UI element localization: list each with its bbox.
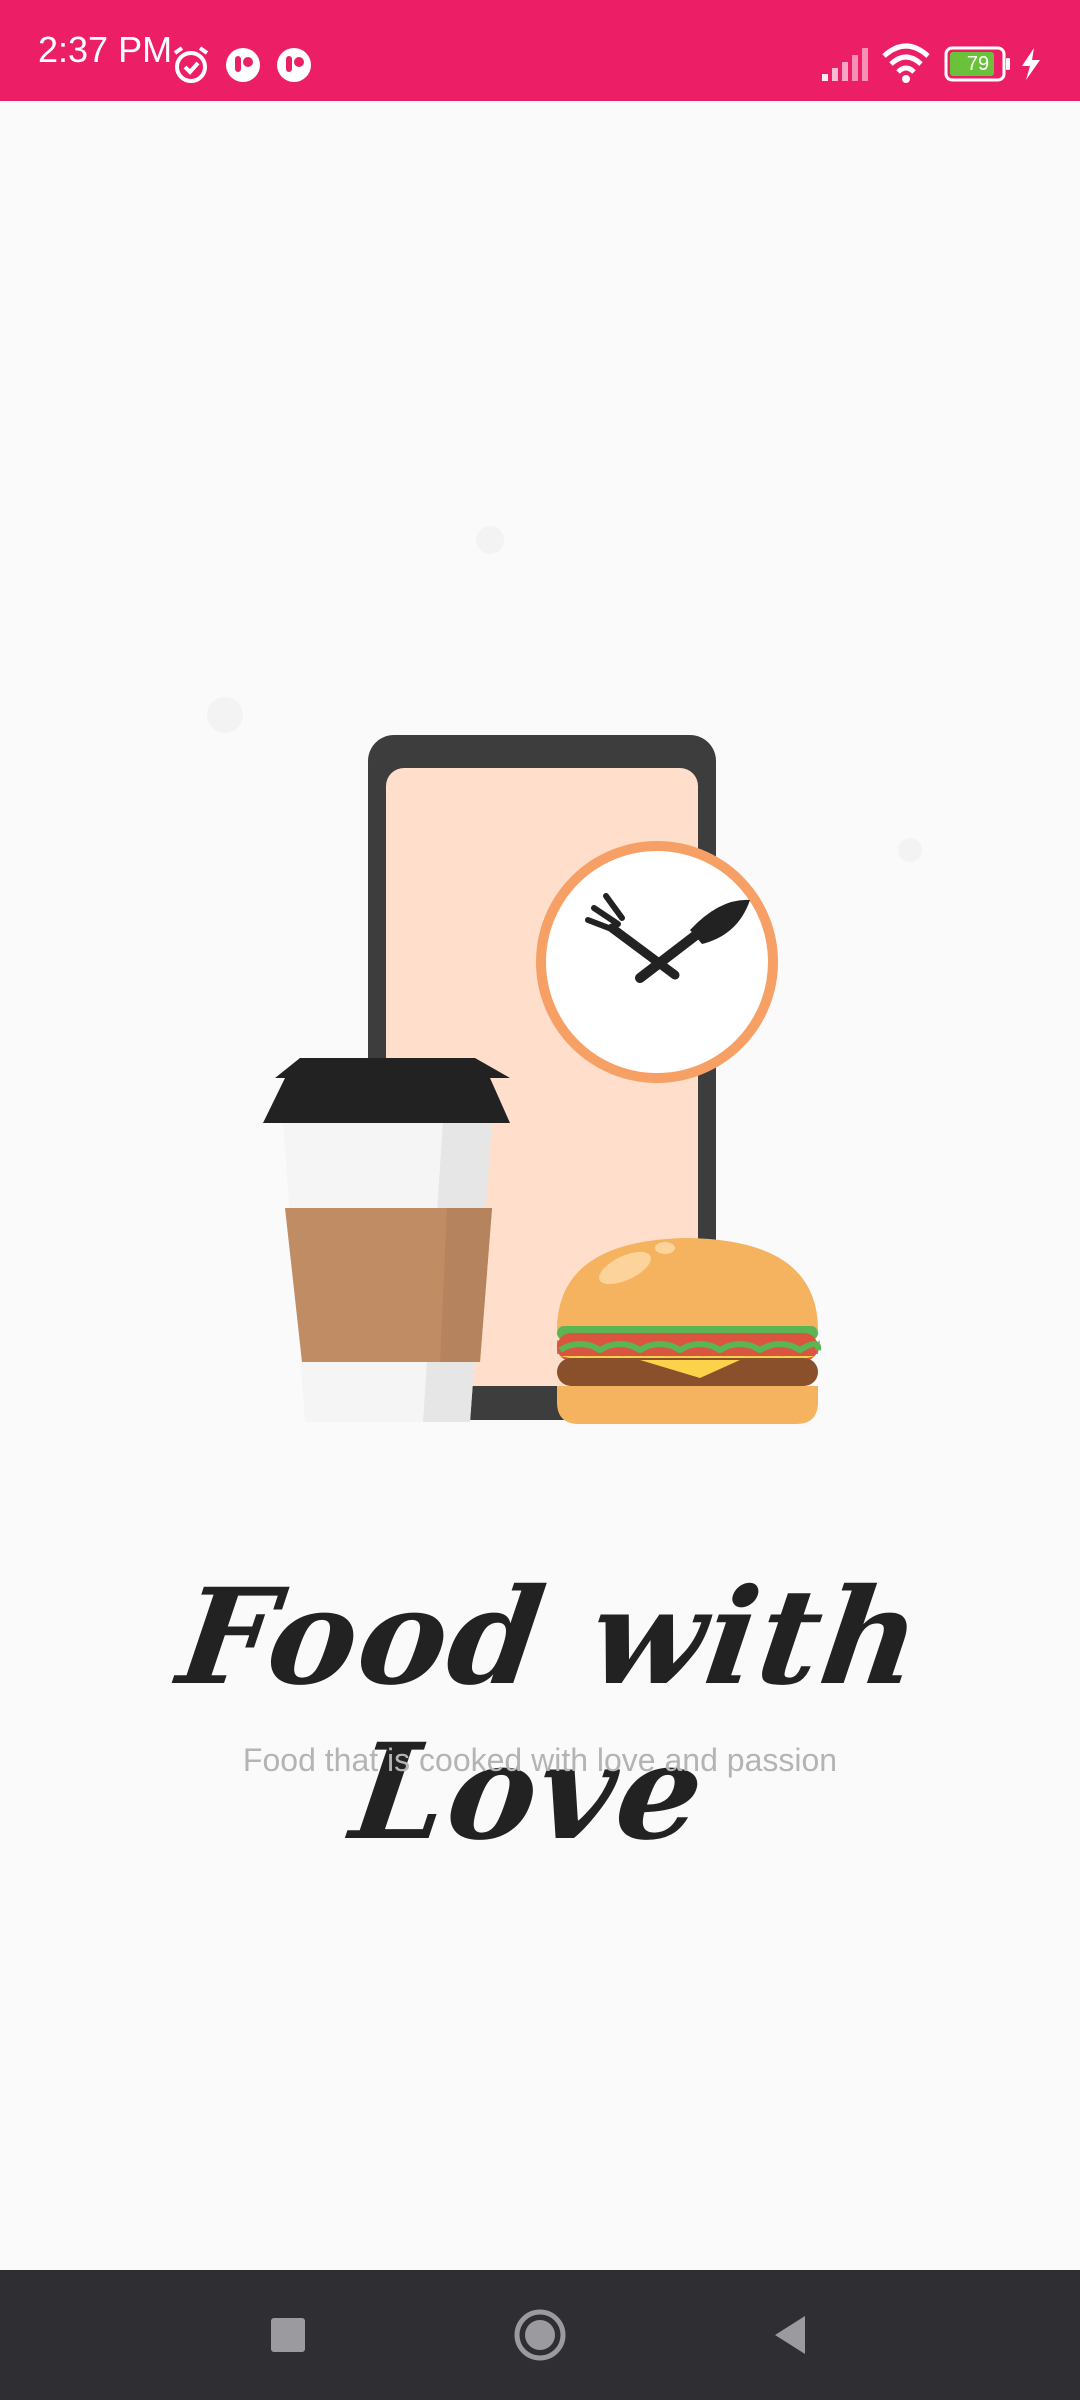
burger-graphic (557, 1238, 822, 1424)
square-icon (271, 2318, 305, 2352)
food-delivery-illustration (207, 526, 922, 1424)
coffee-cup-graphic (263, 1058, 510, 1422)
back-triangle-icon (775, 2316, 805, 2354)
splash-title: Food with Love (170, 1560, 932, 1870)
recents-button[interactable] (253, 2300, 323, 2370)
background-dot (476, 526, 504, 554)
background-dot (207, 697, 243, 733)
splash-subtitle: Food that is cooked with love and passio… (242, 1742, 838, 1778)
home-button[interactable] (505, 2300, 575, 2370)
background-dot (898, 838, 922, 862)
back-button[interactable] (755, 2300, 825, 2370)
navigation-bar (0, 2270, 1080, 2400)
clock-icon (536, 841, 778, 1083)
